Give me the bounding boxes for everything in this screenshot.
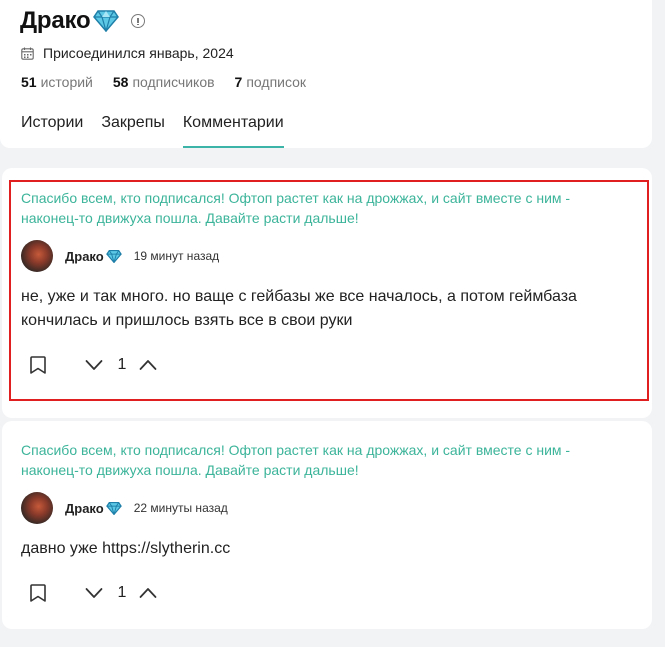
comment-post-title[interactable]: Спасибо всем, кто подписался! Офтоп раст… <box>21 440 621 480</box>
bookmark-icon[interactable] <box>29 583 47 603</box>
chevron-up-icon[interactable] <box>139 587 157 599</box>
comment-author[interactable]: Драко <box>65 249 122 264</box>
diamond-icon <box>105 501 122 515</box>
comment-actions: 1 <box>29 355 157 375</box>
comment-time[interactable]: 19 минут назад <box>134 249 219 263</box>
stat-label: подписчиков <box>132 74 215 90</box>
author-name: Драко <box>65 248 104 264</box>
vote-count: 1 <box>117 584 127 601</box>
joined-date: Присоединился январь, 2024 <box>21 45 234 61</box>
chevron-down-icon[interactable] <box>85 359 103 371</box>
comment-text: давно уже https://slytherin.cc <box>21 540 231 557</box>
diamond-icon <box>93 10 120 32</box>
tab-stories[interactable]: Истории <box>21 114 83 148</box>
chevron-down-icon[interactable] <box>85 587 103 599</box>
comment-card: Спасибо всем, кто подписался! Офтоп раст… <box>2 168 652 418</box>
stat-value: 58 <box>112 74 129 90</box>
stat-label: историй <box>40 74 93 90</box>
vote-count: 1 <box>117 356 127 373</box>
stat-followers[interactable]: 58 подписчиков <box>113 74 215 90</box>
avatar[interactable] <box>21 492 53 524</box>
profile-card: Драко Присоединился январь, 2024 51 истор… <box>0 0 652 148</box>
stat-following[interactable]: 7 подписок <box>235 74 307 90</box>
comment-author-row: Драко 22 минуты назад <box>21 492 228 524</box>
stat-value: 51 <box>21 74 37 90</box>
joined-text: Присоединился январь, 2024 <box>43 45 234 61</box>
comment-post-title[interactable]: Спасибо всем, кто подписался! Офтоп раст… <box>21 188 621 228</box>
comment-author-row: Драко 19 минут назад <box>21 240 219 272</box>
diamond-icon <box>105 249 122 263</box>
tab-comments[interactable]: Комментарии <box>182 114 284 148</box>
avatar[interactable] <box>21 240 53 272</box>
profile-stats: 51 историй 58 подписчиков 7 подписок <box>21 74 326 90</box>
info-icon[interactable] <box>131 14 146 28</box>
calendar-icon <box>21 47 34 60</box>
profile-name: Драко <box>20 7 91 34</box>
comment-actions: 1 <box>29 583 157 603</box>
comment-time[interactable]: 22 минуты назад <box>134 501 228 515</box>
comment-card: Спасибо всем, кто подписался! Офтоп раст… <box>2 421 652 629</box>
profile-tabs: Истории Закрепы Комментарии <box>21 114 302 148</box>
chevron-up-icon[interactable] <box>139 359 157 371</box>
tab-pinned[interactable]: Закрепы <box>101 114 165 148</box>
comment-author[interactable]: Драко <box>65 501 122 516</box>
stat-value: 7 <box>234 74 243 90</box>
profile-title-row: Драко <box>20 7 146 35</box>
author-name: Драко <box>65 500 104 516</box>
stat-stories[interactable]: 51 историй <box>21 74 93 90</box>
bookmark-icon[interactable] <box>29 355 47 375</box>
stat-label: подписок <box>246 74 307 90</box>
comment-text: не, уже и так много. но ваще с гейбазы ж… <box>21 288 577 329</box>
